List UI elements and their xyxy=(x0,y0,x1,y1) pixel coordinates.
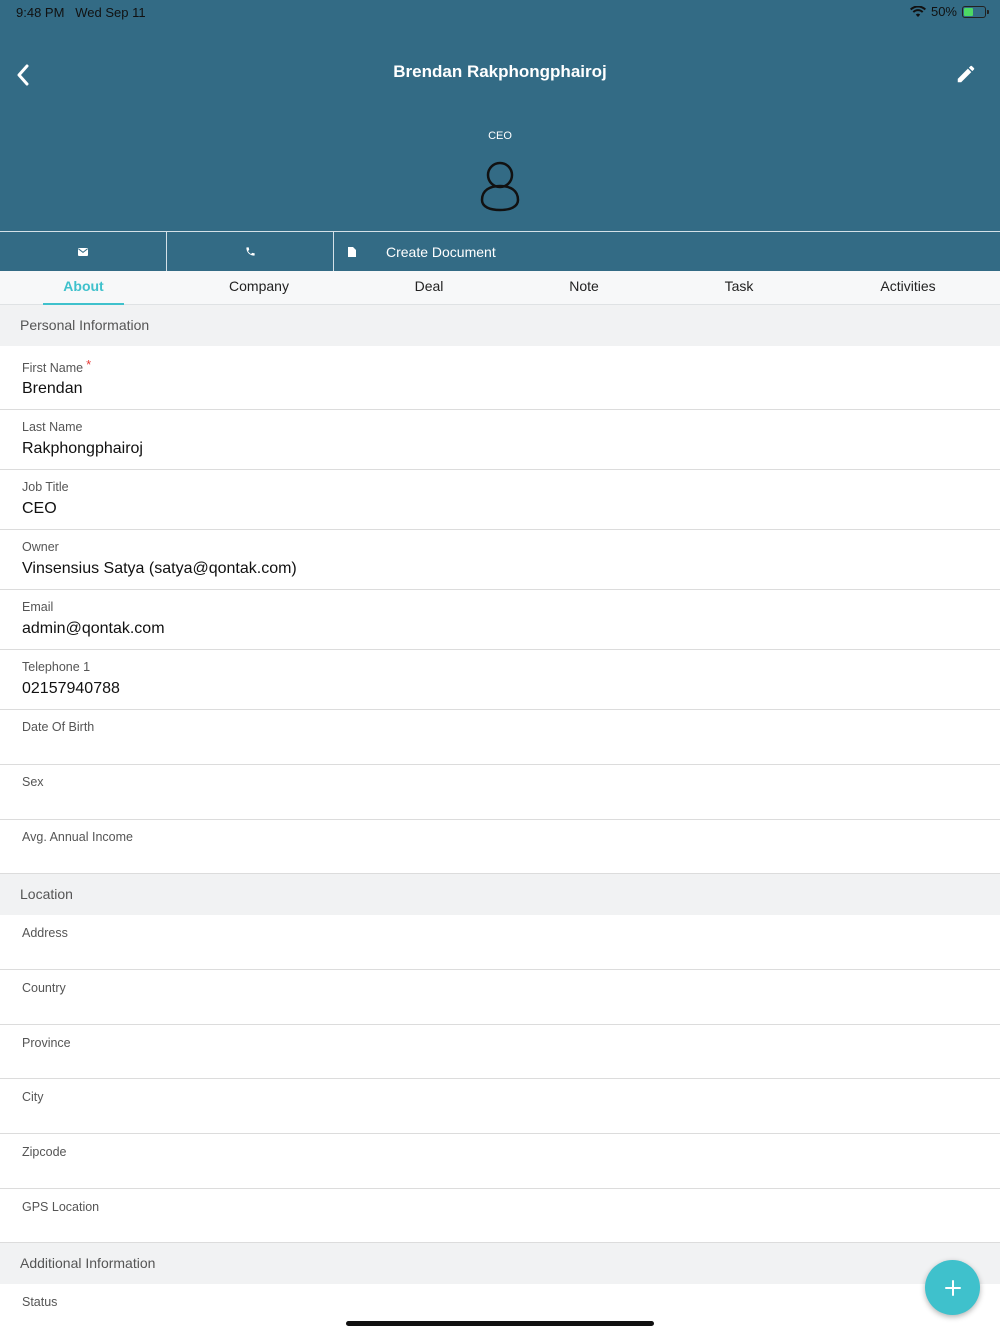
field-telephone-1[interactable]: Telephone 1 02157940788 xyxy=(0,650,1000,710)
tab-task[interactable]: Task xyxy=(704,271,774,305)
field-job-title[interactable]: Job Title CEO xyxy=(0,470,1000,530)
field-value: Vinsensius Satya (satya@qontak.com) xyxy=(22,560,297,577)
field-city[interactable]: City xyxy=(0,1079,1000,1134)
home-indicator xyxy=(346,1321,654,1326)
field-label: Address xyxy=(22,926,68,940)
envelope-icon xyxy=(78,247,88,256)
plus-icon xyxy=(944,1279,961,1296)
contact-header: 9:48 PM Wed Sep 11 50% Brendan Rakphongp… xyxy=(0,0,1000,231)
section-additional-information: Additional Information xyxy=(0,1243,1000,1284)
field-country[interactable]: Country xyxy=(0,970,1000,1025)
create-document-button[interactable]: Create Document xyxy=(334,232,1000,271)
field-label: Country xyxy=(22,981,66,995)
field-label: Date Of Birth xyxy=(22,720,95,734)
field-label: Owner xyxy=(22,540,59,554)
field-address[interactable]: Address xyxy=(0,915,1000,970)
field-label: First Name * xyxy=(22,357,92,375)
contact-tabs: About Company Deal Note Task Activities xyxy=(0,271,1000,305)
call-button[interactable] xyxy=(167,232,334,271)
phone-icon xyxy=(245,247,255,256)
field-label: Status xyxy=(22,1295,58,1309)
field-label: Email xyxy=(22,600,54,614)
field-value: Brendan xyxy=(22,380,83,397)
battery-percentage: 50% xyxy=(930,4,957,19)
field-label: GPS Location xyxy=(22,1200,100,1214)
field-last-name[interactable]: Last Name Rakphongphairoj xyxy=(0,410,1000,470)
field-province[interactable]: Province xyxy=(0,1025,1000,1079)
pencil-icon xyxy=(957,65,975,83)
required-asterisk: * xyxy=(86,357,92,372)
battery-icon xyxy=(962,5,989,18)
field-sex[interactable]: Sex xyxy=(0,765,1000,820)
wifi-icon xyxy=(909,5,926,17)
field-owner[interactable]: Owner Vinsensius Satya (satya@qontak.com… xyxy=(0,530,1000,590)
person-outline-icon xyxy=(480,161,520,212)
document-icon xyxy=(348,246,356,257)
tab-about[interactable]: About xyxy=(43,271,124,305)
field-first-name[interactable]: First Name * Brendan xyxy=(0,346,1000,410)
field-gps-location[interactable]: GPS Location xyxy=(0,1189,1000,1243)
create-document-label: Create Document xyxy=(386,243,496,260)
field-date-of-birth[interactable]: Date Of Birth xyxy=(0,710,1000,765)
field-value: Rakphongphairoj xyxy=(22,440,143,457)
edit-button[interactable] xyxy=(952,60,980,88)
contact-job-subtitle: CEO xyxy=(488,130,512,142)
contact-action-bar: Create Document xyxy=(0,231,1000,271)
field-avg-annual-income[interactable]: Avg. Annual Income xyxy=(0,820,1000,874)
field-label: Zipcode xyxy=(22,1145,67,1159)
field-email[interactable]: Email admin@qontak.com xyxy=(0,590,1000,650)
tab-company[interactable]: Company xyxy=(209,271,309,305)
field-label: Telephone 1 xyxy=(22,660,91,674)
status-bar-right: 50% xyxy=(909,4,989,19)
field-zipcode[interactable]: Zipcode xyxy=(0,1134,1000,1189)
field-label: City xyxy=(22,1090,44,1104)
field-value: CEO xyxy=(22,500,57,517)
contact-name-title: Brendan Rakphongphairoj xyxy=(393,62,607,81)
section-personal-information: Personal Information xyxy=(0,305,1000,346)
add-button[interactable] xyxy=(925,1260,980,1315)
tab-note[interactable]: Note xyxy=(549,271,619,305)
tab-deal[interactable]: Deal xyxy=(395,271,463,305)
field-label: Last Name xyxy=(22,420,83,434)
field-status[interactable]: Status xyxy=(0,1284,1000,1334)
field-value: 02157940788 xyxy=(22,680,120,697)
tab-activities[interactable]: Activities xyxy=(863,271,953,305)
field-value: admin@qontak.com xyxy=(22,620,165,637)
field-label: Avg. Annual Income xyxy=(22,830,133,844)
section-location: Location xyxy=(0,874,1000,915)
field-label: Job Title xyxy=(22,480,69,494)
field-label: Province xyxy=(22,1036,71,1050)
email-button[interactable] xyxy=(0,232,167,271)
field-label: Sex xyxy=(22,775,44,789)
status-bar-time: 9:48 PM Wed Sep 11 xyxy=(16,5,146,20)
